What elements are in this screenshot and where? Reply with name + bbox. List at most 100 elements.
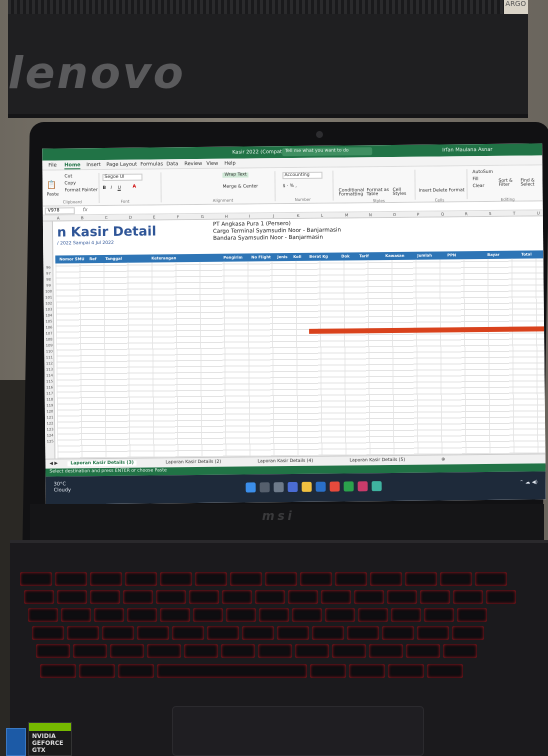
keyboard-key[interactable] (160, 608, 190, 622)
keyboard-key[interactable] (424, 608, 454, 622)
keyboard-key[interactable] (102, 626, 134, 640)
column-header[interactable]: L (321, 213, 323, 218)
keyboard-key[interactable] (222, 590, 252, 604)
insert-cells-button[interactable]: Insert (419, 189, 432, 194)
start-icon[interactable] (245, 482, 256, 493)
keyboard-key[interactable] (354, 590, 384, 604)
table-header-cell[interactable]: Tarif (359, 253, 369, 258)
keyboard-key[interactable] (349, 664, 385, 678)
column-header[interactable]: H (225, 214, 228, 219)
column-header[interactable]: G (201, 214, 204, 219)
row-header[interactable]: 102 (44, 302, 54, 306)
keyboard-key[interactable] (24, 590, 54, 604)
keyboard-key[interactable] (125, 572, 157, 586)
cell-styles-button[interactable]: Cell Styles (393, 188, 411, 197)
column-header[interactable]: R (465, 211, 468, 216)
sheet-nav-icon[interactable]: ◀ ▶ (49, 461, 57, 466)
widgets-icon[interactable] (287, 481, 298, 493)
keyboard-key[interactable] (172, 626, 204, 640)
excel-taskbar-icon[interactable] (343, 481, 354, 492)
number-format-select[interactable]: Accounting (282, 171, 323, 180)
worksheet-grid[interactable]: n Kasir Detail / 2022 Sampai 4 Jul 2022 … (42, 216, 546, 459)
row-header[interactable]: 111 (44, 356, 54, 360)
paste-icon[interactable]: 📋 (46, 180, 56, 189)
keyboard-key[interactable] (335, 572, 367, 586)
table-header-cell[interactable]: PPN (447, 252, 456, 257)
table-header-cell[interactable]: Nomor SMU (59, 256, 84, 261)
row-header[interactable]: 105 (44, 320, 54, 324)
chrome-icon[interactable] (329, 481, 340, 492)
keyboard-key[interactable] (358, 608, 388, 622)
keyboard-key[interactable] (207, 626, 239, 640)
keyboard-key[interactable] (288, 590, 318, 604)
column-header[interactable]: M (345, 212, 349, 217)
keyboard-key[interactable] (67, 626, 99, 640)
row-header[interactable]: 104 (44, 314, 54, 318)
keyboard-key[interactable] (94, 608, 124, 622)
keyboard-key[interactable] (475, 572, 507, 586)
table-header-cell[interactable]: Keterangan (151, 255, 176, 260)
keyboard-key[interactable] (417, 626, 449, 640)
keyboard-key[interactable] (40, 664, 76, 678)
keyboard-key[interactable] (258, 644, 292, 658)
tab-formulas[interactable]: Formulas (140, 161, 163, 167)
tab-home[interactable]: Home (64, 162, 81, 170)
column-header[interactable]: A (57, 215, 60, 220)
keyboard-key[interactable] (255, 590, 285, 604)
tab-page-layout[interactable]: Page Layout (106, 162, 137, 168)
task-view-icon[interactable] (273, 482, 284, 493)
fill-button[interactable]: Fill (472, 177, 478, 182)
find-select-button[interactable]: Find & Select (520, 178, 541, 187)
row-header[interactable]: 121 (45, 416, 55, 420)
italic-button[interactable]: I (111, 186, 112, 191)
column-header[interactable]: K (297, 213, 300, 218)
keyboard-key[interactable] (189, 590, 219, 604)
keyboard-key[interactable] (427, 664, 463, 678)
table-header-cell[interactable]: Koli (293, 254, 301, 259)
table-header-cell[interactable]: Dok (341, 253, 349, 258)
row-header[interactable]: 117 (45, 392, 55, 396)
keyboard-key[interactable] (57, 590, 87, 604)
edge-icon[interactable] (315, 481, 326, 492)
row-header[interactable]: 113 (44, 368, 54, 372)
keyboard-key[interactable] (221, 644, 255, 658)
column-header[interactable]: P (417, 212, 419, 217)
table-header-cell[interactable]: Total (521, 252, 531, 257)
keyboard-key[interactable] (295, 644, 329, 658)
delete-cells-button[interactable]: Delete (433, 188, 448, 193)
tab-view[interactable]: View (206, 161, 218, 167)
row-header[interactable]: 120 (45, 410, 55, 414)
keyboard-key[interactable] (123, 590, 153, 604)
app-icon[interactable] (371, 481, 382, 492)
sheet-tab[interactable]: Laporan Kasir Details (4) (257, 459, 313, 465)
row-header[interactable]: 108 (44, 338, 54, 342)
column-header[interactable]: E (153, 214, 156, 219)
sheet-tab[interactable]: Laporan Kasir Details (2) (165, 460, 221, 466)
table-header-cell[interactable]: Pengirim (223, 255, 242, 260)
keyboard-key[interactable] (321, 590, 351, 604)
table-header-cell[interactable]: Berat Kg (309, 254, 328, 259)
touchpad[interactable] (172, 706, 424, 756)
copy-button[interactable]: Copy (64, 181, 75, 186)
row-header[interactable]: 112 (44, 362, 54, 366)
tab-review[interactable]: Review (184, 161, 202, 167)
row-header[interactable]: 101 (44, 296, 54, 300)
table-header-cell[interactable]: Ref (89, 256, 96, 261)
keyboard-key[interactable] (369, 644, 403, 658)
row-header[interactable]: 100 (44, 290, 54, 294)
column-header[interactable]: I (249, 213, 250, 218)
row-header[interactable]: 115 (45, 380, 55, 384)
keyboard-key[interactable] (420, 590, 450, 604)
keyboard-key[interactable] (79, 664, 115, 678)
sort-filter-button[interactable]: Sort & Filter (498, 179, 519, 188)
keyboard-key[interactable] (388, 664, 424, 678)
column-header[interactable]: Q (441, 211, 444, 216)
row-header[interactable]: 103 (44, 308, 54, 312)
keyboard-key[interactable] (310, 664, 346, 678)
column-header[interactable]: U (537, 210, 540, 215)
merge-center-button[interactable]: Merge & Center (223, 184, 259, 189)
format-cells-button[interactable]: Format (449, 188, 465, 193)
font-name-select[interactable]: Segoe UI (102, 173, 143, 181)
keyboard-key[interactable] (137, 626, 169, 640)
keyboard-key[interactable] (230, 572, 262, 586)
